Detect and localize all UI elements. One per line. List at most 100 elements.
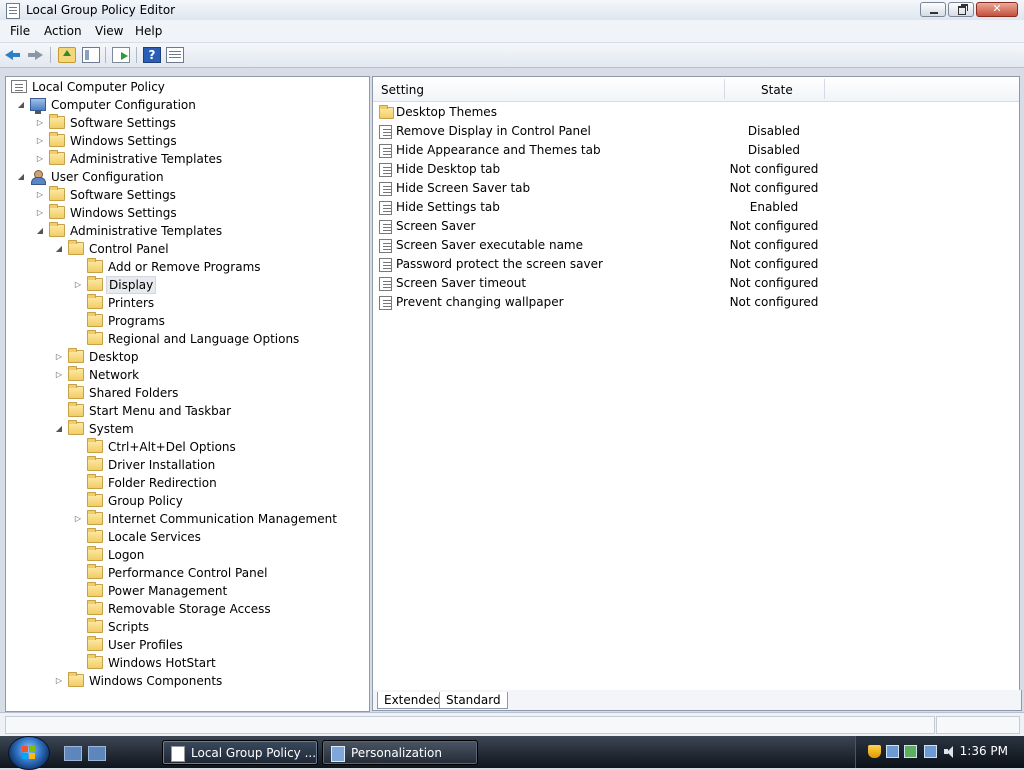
tree-item-internet-communication-management[interactable]: ▷ Internet Communication Management: [6, 510, 366, 528]
collapse-arrow-icon[interactable]: ◢: [16, 168, 26, 186]
export-list-icon[interactable]: [112, 47, 130, 63]
expand-arrow-icon[interactable]: ▷: [54, 366, 64, 384]
setting-state: Enabled: [749, 200, 799, 214]
up-folder-icon[interactable]: [58, 47, 76, 63]
show-hide-tree-icon[interactable]: [82, 47, 100, 63]
tree-item-control-panel[interactable]: ◢ Control Panel: [6, 240, 366, 258]
tab-extended[interactable]: Extended: [377, 692, 448, 709]
list-row-hide-screen-saver-tab[interactable]: Hide Screen Saver tab Not configured: [373, 179, 1019, 198]
list-row-desktop-themes[interactable]: Desktop Themes: [373, 103, 1019, 122]
tree-item-administrative-templates[interactable]: ◢ Administrative Templates: [6, 222, 366, 240]
forward-arrow-icon[interactable]: [26, 47, 44, 63]
expand-arrow-icon[interactable]: ▷: [35, 186, 45, 204]
help-icon[interactable]: ?: [143, 47, 161, 63]
expand-arrow-icon[interactable]: ▷: [35, 204, 45, 222]
expand-arrow-icon[interactable]: ▷: [54, 672, 64, 690]
collapse-arrow-icon[interactable]: ◢: [54, 420, 64, 438]
menu-action[interactable]: Action: [44, 24, 82, 38]
tree-item-ctrl-alt-del-options[interactable]: Ctrl+Alt+Del Options: [6, 438, 366, 456]
tree-item-computer-configuration[interactable]: ◢ Computer Configuration: [6, 96, 366, 114]
tree-item-start-menu-and-taskbar[interactable]: Start Menu and Taskbar: [6, 402, 366, 420]
tree-item-user-profiles[interactable]: User Profiles: [6, 636, 366, 654]
tree-item-display[interactable]: ▷ Display: [6, 276, 366, 294]
properties-icon[interactable]: [166, 47, 184, 63]
setting-name: Prevent changing wallpaper: [396, 295, 564, 309]
list-row-hide-settings-tab[interactable]: Hide Settings tab Enabled: [373, 198, 1019, 217]
tree-item-software-settings[interactable]: ▷ Software Settings: [6, 114, 366, 132]
list-row-screen-saver-executable-name[interactable]: Screen Saver executable name Not configur…: [373, 236, 1019, 255]
folder-icon: [87, 618, 103, 633]
tree-item-label: Software Settings: [70, 188, 176, 202]
tree-item-windows-hotstart[interactable]: Windows HotStart: [6, 654, 366, 672]
column-divider[interactable]: [724, 79, 725, 99]
column-header-setting[interactable]: Setting: [381, 83, 424, 97]
tree-item-performance-control-panel[interactable]: Performance Control Panel: [6, 564, 366, 582]
tree-item-shared-folders[interactable]: Shared Folders: [6, 384, 366, 402]
expand-arrow-icon[interactable]: ▷: [73, 510, 83, 528]
collapse-arrow-icon[interactable]: ◢: [35, 222, 45, 240]
tree-item-programs[interactable]: Programs: [6, 312, 366, 330]
network-connection-icon[interactable]: [924, 745, 937, 758]
tree-item-logon[interactable]: Logon: [6, 546, 366, 564]
tree-item-add-or-remove-programs[interactable]: Add or Remove Programs: [6, 258, 366, 276]
expand-arrow-icon[interactable]: ▷: [54, 348, 64, 366]
taskbar-button-personalization[interactable]: Personalization: [322, 740, 478, 765]
list-row-password-protect-the-screen-saver[interactable]: Password protect the screen saver Not con…: [373, 255, 1019, 274]
user-icon: [30, 170, 46, 185]
menu-view[interactable]: View: [95, 24, 123, 38]
tree-item-locale-services[interactable]: Locale Services: [6, 528, 366, 546]
clock[interactable]: 1:36 PM: [960, 744, 1008, 758]
tree-item-power-management[interactable]: Power Management: [6, 582, 366, 600]
tree-item-folder-redirection[interactable]: Folder Redirection: [6, 474, 366, 492]
tree-item-label: Ctrl+Alt+Del Options: [108, 440, 236, 454]
list-row-hide-appearance-and-themes-tab[interactable]: Hide Appearance and Themes tab Disabled: [373, 141, 1019, 160]
close-button[interactable]: [976, 2, 1018, 17]
setting-name: Hide Desktop tab: [396, 162, 501, 176]
list-row-screen-saver-timeout[interactable]: Screen Saver timeout Not configured: [373, 274, 1019, 293]
expand-arrow-icon[interactable]: ▷: [73, 276, 83, 294]
taskbar-button-group-policy[interactable]: Local Group Policy ...: [162, 740, 318, 765]
list-row-hide-desktop-tab[interactable]: Hide Desktop tab Not configured: [373, 160, 1019, 179]
tree-item-system[interactable]: ◢ System: [6, 420, 366, 438]
network-icon[interactable]: [886, 745, 899, 758]
tree-item-administrative-templates[interactable]: ▷ Administrative Templates: [6, 150, 366, 168]
tree-item-software-settings[interactable]: ▷ Software Settings: [6, 186, 366, 204]
tree-item-regional-and-language-options[interactable]: Regional and Language Options: [6, 330, 366, 348]
tree-item-removable-storage-access[interactable]: Removable Storage Access: [6, 600, 366, 618]
tree-item-windows-settings[interactable]: ▷ Windows Settings: [6, 132, 366, 150]
tree-item-network[interactable]: ▷ Network: [6, 366, 366, 384]
menu-help[interactable]: Help: [135, 24, 162, 38]
column-header-state[interactable]: State: [761, 83, 793, 97]
security-shield-icon[interactable]: [868, 745, 881, 758]
tree-item-group-policy[interactable]: Group Policy: [6, 492, 366, 510]
tab-standard[interactable]: Standard: [439, 692, 508, 709]
start-button[interactable]: [8, 736, 50, 770]
list-row-screen-saver[interactable]: Screen Saver Not configured: [373, 217, 1019, 236]
switch-windows-icon[interactable]: [88, 746, 106, 761]
column-divider[interactable]: [824, 79, 825, 99]
expand-arrow-icon[interactable]: ▷: [35, 114, 45, 132]
restore-button[interactable]: [948, 2, 974, 17]
expand-arrow-icon[interactable]: ▷: [35, 132, 45, 150]
tree-item-desktop[interactable]: ▷ Desktop: [6, 348, 366, 366]
volume-muted-icon[interactable]: [944, 745, 957, 758]
show-desktop-icon[interactable]: [64, 746, 82, 761]
tree-item-windows-components[interactable]: ▷ Windows Components: [6, 672, 366, 690]
tree-item-printers[interactable]: Printers: [6, 294, 366, 312]
expand-arrow-icon[interactable]: ▷: [35, 150, 45, 168]
folder-icon: [87, 330, 103, 345]
tree-item-driver-installation[interactable]: Driver Installation: [6, 456, 366, 474]
tree-item-windows-settings[interactable]: ▷ Windows Settings: [6, 204, 366, 222]
tree-item-user-configuration[interactable]: ◢ User Configuration: [6, 168, 366, 186]
menu-file[interactable]: File: [10, 24, 30, 38]
minimize-button[interactable]: [920, 2, 946, 17]
list-row-prevent-changing-wallpaper[interactable]: Prevent changing wallpaper Not configured: [373, 293, 1019, 312]
back-arrow-icon[interactable]: [4, 47, 22, 63]
collapse-arrow-icon[interactable]: ◢: [54, 240, 64, 258]
collapse-arrow-icon[interactable]: ◢: [16, 96, 26, 114]
list-row-remove-display-in-control-panel[interactable]: Remove Display in Control Panel Disabled: [373, 122, 1019, 141]
setting-name: Desktop Themes: [396, 105, 497, 119]
tree-item-scripts[interactable]: Scripts: [6, 618, 366, 636]
tree-item-local-computer-policy[interactable]: Local Computer Policy: [6, 78, 366, 96]
updates-icon[interactable]: [904, 745, 917, 758]
